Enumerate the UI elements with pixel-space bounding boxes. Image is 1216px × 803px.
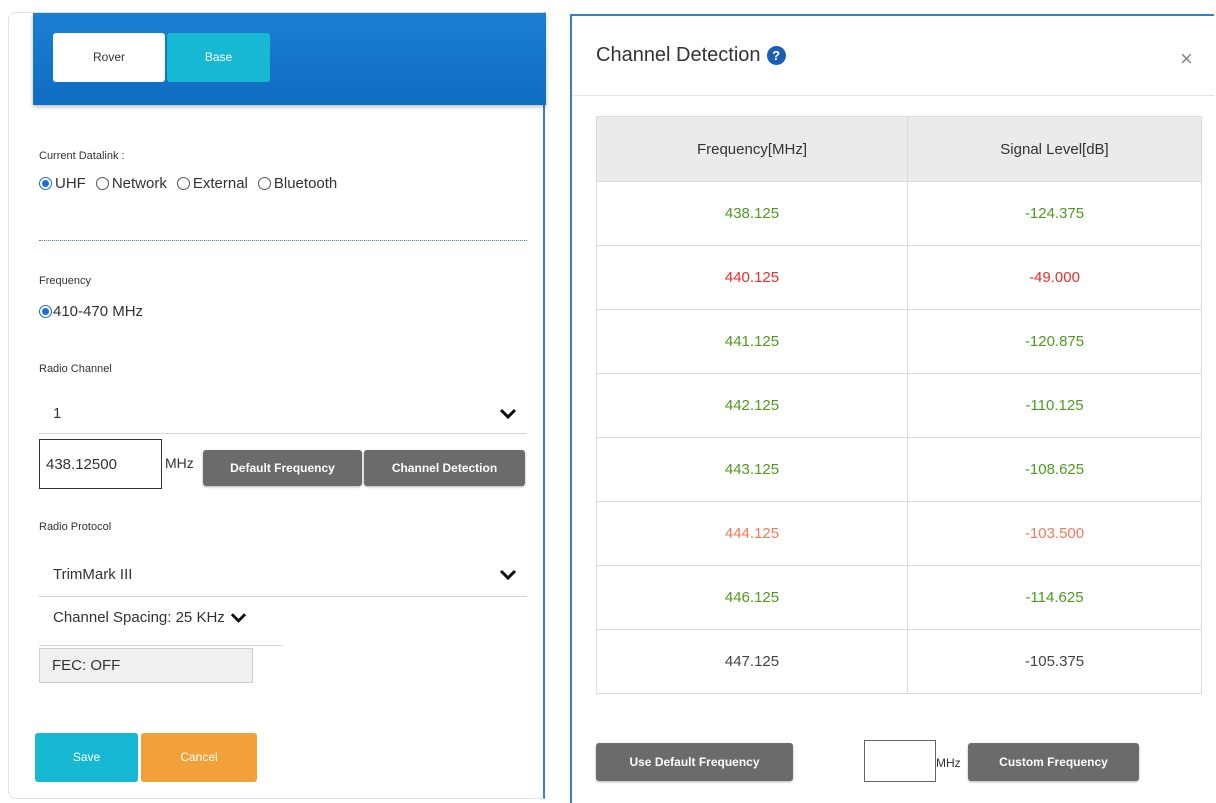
custom-frequency-input[interactable] — [864, 740, 936, 782]
question-circle-icon[interactable]: ? — [766, 46, 786, 65]
dialog-header-divider — [572, 95, 1214, 96]
cancel-button[interactable]: Cancel — [141, 733, 257, 782]
frequency-band-option[interactable]: 410-470 MHz — [39, 303, 143, 320]
datalink-radio-group: UHF Network External Bluetooth — [39, 175, 347, 192]
signal-level-cell: -120.875 — [907, 309, 1202, 374]
frequency-cell: 444.125 — [596, 501, 908, 566]
datalink-option-external[interactable]: External — [176, 175, 248, 192]
dialog-title: Channel Detection ? — [596, 44, 786, 67]
radio-checked-icon[interactable] — [39, 305, 52, 318]
radio-protocol-value: TrimMark III — [53, 566, 133, 583]
signal-level-cell: -49.000 — [907, 245, 1202, 310]
table-row[interactable]: 447.125 -105.375 — [596, 629, 1202, 694]
radio-unchecked-icon[interactable] — [176, 177, 190, 190]
table-header-row: Frequency[MHz] Signal Level[dB] — [596, 116, 1202, 182]
signal-level-cell: -103.500 — [907, 501, 1202, 566]
table-row[interactable]: 440.125 -49.000 — [596, 245, 1202, 310]
radio-checked-icon[interactable] — [39, 177, 52, 190]
table-row[interactable]: 442.125 -110.125 — [596, 373, 1202, 438]
frequency-unit: MHz — [165, 455, 194, 471]
custom-frequency-button[interactable]: Custom Frequency — [968, 743, 1139, 781]
section-divider — [39, 240, 527, 241]
datalink-option-label: UHF — [55, 175, 86, 192]
frequency-label: Frequency — [39, 275, 91, 287]
chevron-down-icon — [499, 569, 517, 580]
channel-detection-dialog: Channel Detection ? × Frequency[MHz] Sig… — [570, 14, 1214, 803]
frequency-band-label: 410-470 MHz — [53, 303, 144, 320]
datalink-option-uhf[interactable]: UHF — [39, 175, 86, 192]
radio-unchecked-icon[interactable] — [95, 177, 109, 190]
datalink-option-bluetooth[interactable]: Bluetooth — [257, 175, 338, 192]
chevron-down-icon — [499, 408, 517, 419]
table-row[interactable]: 444.125 -103.500 — [596, 501, 1202, 566]
table-row[interactable]: 441.125 -120.875 — [596, 309, 1202, 374]
table-row[interactable]: 438.125 -124.375 — [596, 181, 1202, 246]
frequency-cell: 442.125 — [596, 373, 908, 438]
channel-detection-button[interactable]: Channel Detection — [364, 450, 525, 486]
datalink-option-label: Network — [111, 175, 167, 192]
use-default-frequency-button[interactable]: Use Default Frequency — [596, 743, 793, 781]
frequency-cell: 441.125 — [596, 309, 908, 374]
frequency-cell: 446.125 — [596, 565, 908, 630]
frequency-cell: 443.125 — [596, 437, 908, 502]
frequency-cell: 440.125 — [596, 245, 908, 310]
mode-header: Rover Base — [33, 13, 546, 105]
signal-level-cell: -105.375 — [907, 629, 1202, 694]
signal-level-cell: -124.375 — [907, 181, 1202, 246]
frequency-cell: 447.125 — [596, 629, 908, 694]
signal-level-cell: -110.125 — [907, 373, 1202, 438]
fec-status-field: FEC: OFF — [39, 648, 253, 683]
channel-spacing-value: Channel Spacing: 25 KHz — [53, 609, 225, 626]
dialog-title-text: Channel Detection — [596, 44, 761, 66]
rover-mode-button[interactable]: Rover — [53, 33, 165, 82]
radio-protocol-label: Radio Protocol — [39, 521, 112, 533]
frequency-cell: 438.125 — [596, 181, 908, 246]
radio-channel-value: 1 — [53, 405, 62, 422]
base-mode-button[interactable]: Base — [167, 33, 270, 82]
datalink-label: Current Datalink : — [39, 150, 125, 162]
header-frequency: Frequency[MHz] — [596, 116, 908, 182]
table-row[interactable]: 443.125 -108.625 — [596, 437, 1202, 502]
default-frequency-button[interactable]: Default Frequency — [203, 450, 362, 486]
save-button[interactable]: Save — [35, 733, 138, 782]
radio-protocol-select[interactable]: TrimMark III — [39, 553, 527, 597]
datalink-option-label: External — [192, 175, 248, 192]
close-icon[interactable]: × — [1180, 46, 1193, 72]
channel-spacing-select[interactable]: Channel Spacing: 25 KHz — [53, 609, 247, 626]
datalink-option-label: Bluetooth — [273, 175, 338, 192]
signal-level-cell: -114.625 — [907, 565, 1202, 630]
radio-channel-select[interactable]: 1 — [39, 394, 527, 434]
spacing-underline — [39, 645, 283, 646]
datalink-option-network[interactable]: Network — [95, 175, 167, 192]
rtk-settings-panel: Rover Base Current Datalink : UHF Networ… — [8, 12, 546, 799]
header-signal-level: Signal Level[dB] — [907, 116, 1202, 182]
signal-level-cell: -108.625 — [907, 437, 1202, 502]
radio-unchecked-icon[interactable] — [257, 177, 271, 190]
table-row[interactable]: 446.125 -114.625 — [596, 565, 1202, 630]
chevron-down-icon — [230, 612, 246, 623]
radio-channel-label: Radio Channel — [39, 363, 112, 375]
custom-frequency-unit: MHz — [936, 756, 961, 770]
frequency-input[interactable] — [39, 439, 162, 489]
channel-results-table: Frequency[MHz] Signal Level[dB] 438.125-… — [596, 116, 1202, 694]
